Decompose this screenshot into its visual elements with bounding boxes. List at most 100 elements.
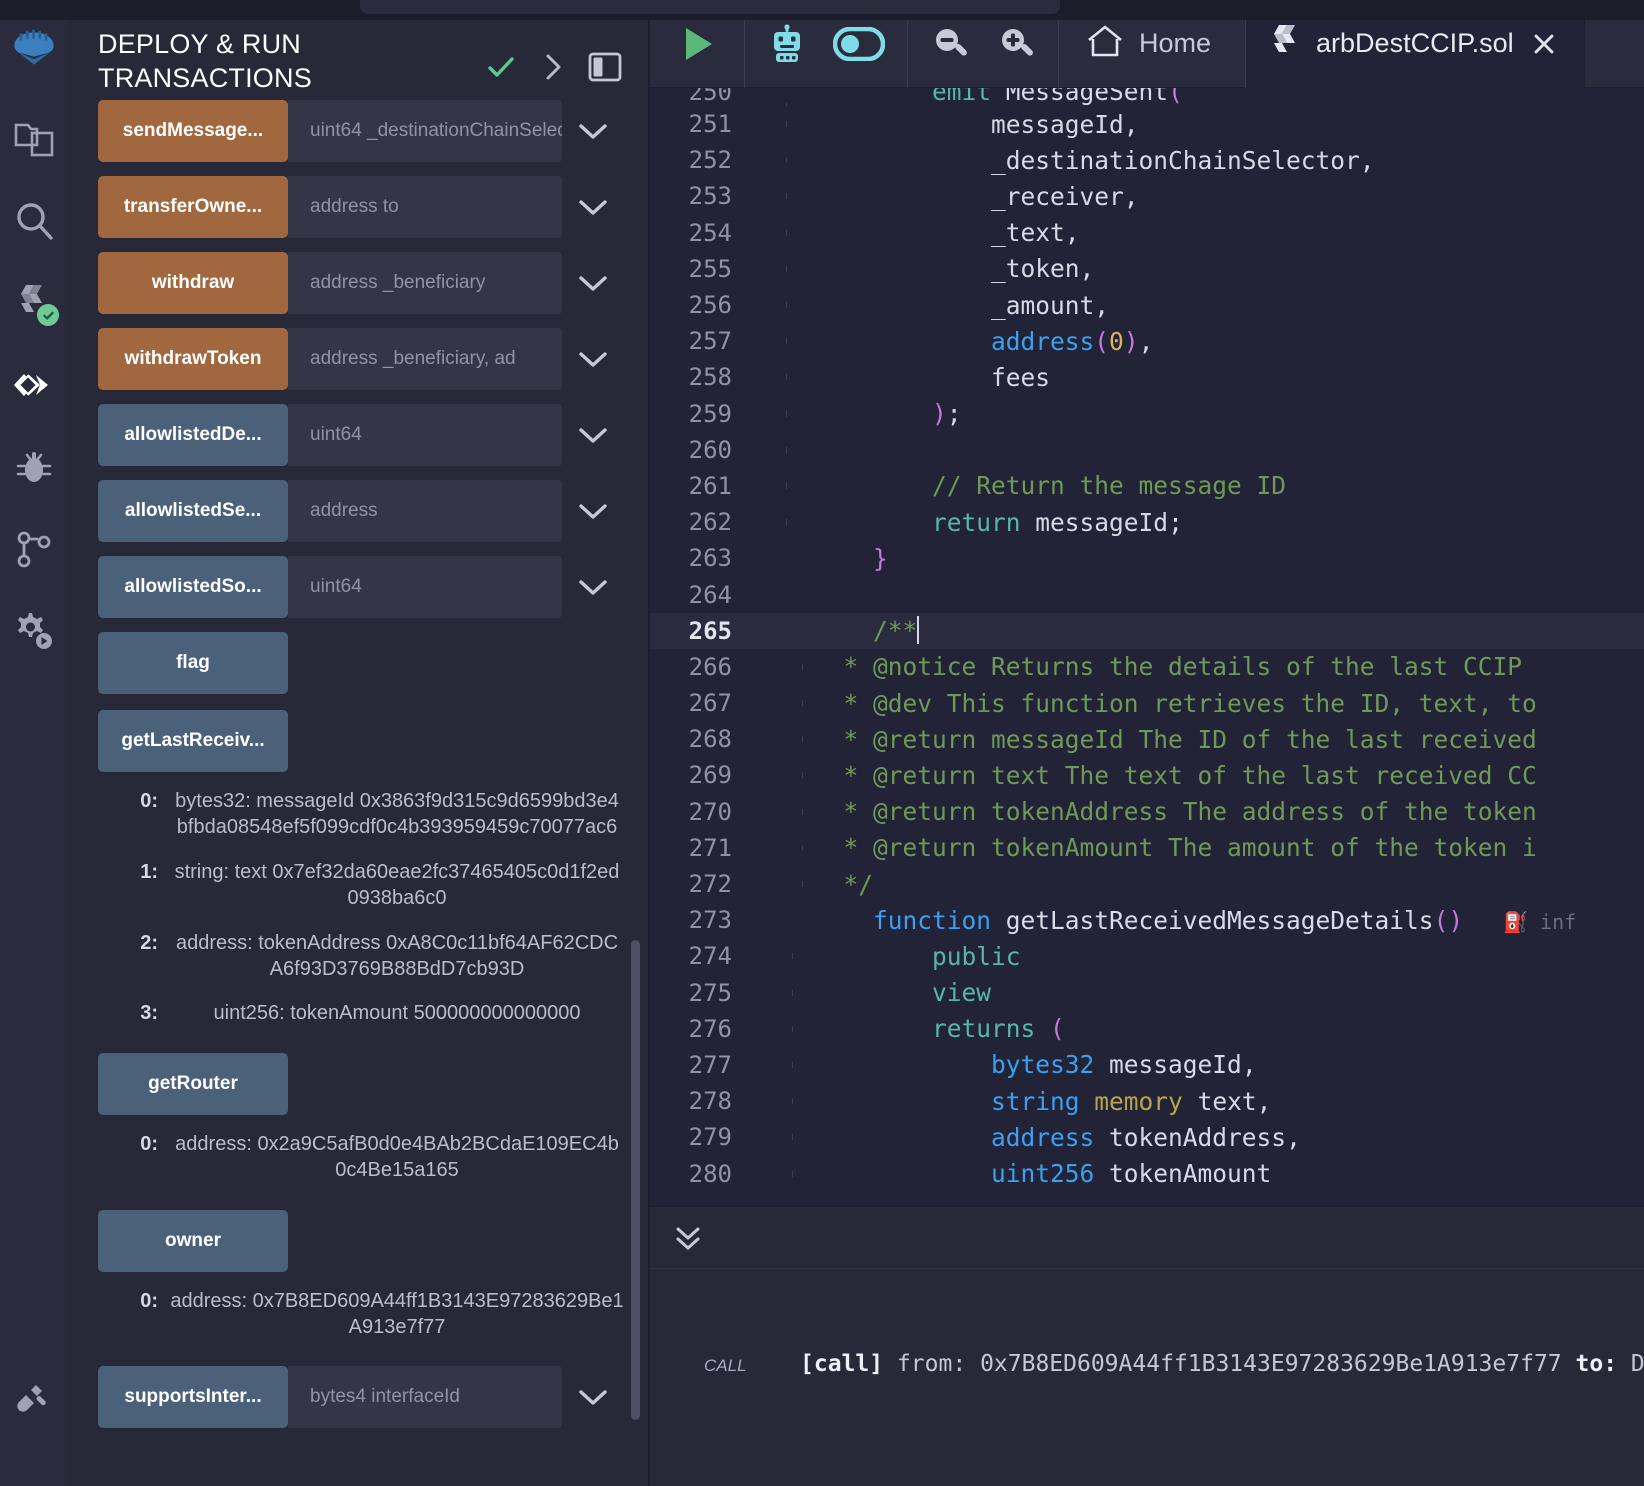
git-icon[interactable] (9, 524, 59, 574)
code-editor[interactable]: 250 emit MessageSent( 251 messageId, 252… (648, 88, 1644, 1206)
code-content: _token, (991, 254, 1095, 284)
code-content: return messageId; (932, 507, 1183, 537)
function-button-allowlisteddestinationchains[interactable]: allowlistedDe... (98, 404, 288, 466)
text-cursor (917, 615, 920, 644)
function-row: withdrawToken (98, 328, 624, 390)
function-button-transferownership[interactable]: transferOwne... (98, 176, 288, 238)
line-number: 257 (688, 327, 732, 356)
file-explorer-icon[interactable] (9, 114, 59, 164)
robot-icon[interactable] (767, 23, 807, 64)
terminal-toggle-bar[interactable] (648, 1206, 1644, 1268)
function-button-flag[interactable]: flag (98, 632, 288, 694)
zoom-in-icon[interactable] (996, 24, 1036, 64)
zoom-out-icon[interactable] (930, 24, 970, 64)
search-icon[interactable] (9, 196, 59, 246)
code-content: * @return messageId The ID of the last r… (843, 724, 1537, 754)
chevron-down-icon[interactable] (562, 252, 624, 314)
code-content: view (932, 978, 992, 1008)
function-button-owner[interactable]: owner (98, 1209, 288, 1272)
check-icon[interactable] (484, 50, 518, 89)
chevron-right-icon[interactable] (540, 50, 566, 89)
gas-estimate-label: inf (1540, 909, 1577, 934)
result-index: 1: (140, 860, 158, 883)
result-value: string: text 0x7ef32da60eae2fc37465405c0… (174, 860, 620, 910)
log-type-badge: CALL (704, 1356, 747, 1375)
result-index: 3: (140, 1002, 158, 1025)
solidity-file-icon (1270, 23, 1300, 64)
window-notch (360, 0, 1060, 14)
chevron-down-icon[interactable] (562, 404, 624, 466)
owner-results: 0: address: 0x7B8ED609A44ff1B3143E972836… (98, 1288, 624, 1341)
chevron-down-icon[interactable] (562, 1366, 624, 1428)
result-index: 0: (140, 1289, 158, 1312)
remix-logo-icon[interactable] (9, 28, 59, 78)
result-index: 0: (140, 1132, 158, 1155)
result-row: 2: address: tokenAddress 0xA8C0c11bf64AF… (124, 930, 624, 983)
home-tab[interactable]: Home (1085, 23, 1211, 64)
line-number: 251 (688, 110, 732, 139)
line-number: 266 (688, 652, 732, 681)
function-input-sendmessage[interactable] (288, 100, 562, 162)
function-input-transferownership[interactable] (288, 176, 562, 238)
function-button-supportsinterface[interactable]: supportsInter... (98, 1366, 288, 1429)
log-to-address: D (1630, 1351, 1644, 1377)
function-input-allowlisteddestinationchains[interactable] (288, 404, 562, 466)
function-input-supportsinterface[interactable] (288, 1366, 562, 1429)
debugger-icon[interactable] (9, 442, 59, 492)
function-input-withdraw[interactable] (288, 252, 562, 314)
chevrons-down-icon[interactable] (668, 1218, 708, 1258)
code-content: returns ( (932, 1014, 1065, 1044)
function-input-withdrawtoken[interactable] (288, 328, 562, 390)
code-content: /** (873, 615, 920, 645)
code-line: 262 return messageId; (648, 504, 1644, 540)
gas-estimate-icon: ⛽ inf (1503, 909, 1577, 934)
function-button-withdraw[interactable]: withdraw (98, 252, 288, 314)
code-content: * @dev This function retrieves the ID, t… (843, 688, 1537, 718)
panel-layout-icon[interactable] (588, 51, 622, 88)
chevron-down-icon[interactable] (562, 176, 624, 238)
close-icon[interactable] (1530, 30, 1558, 58)
chevron-down-icon[interactable] (562, 100, 624, 162)
chevron-down-icon[interactable] (562, 328, 624, 390)
code-line: 270 * @return tokenAddress The address o… (648, 794, 1644, 830)
chevron-down-icon[interactable] (562, 556, 624, 618)
result-value: bytes32: messageId 0x3863f9d315c9d6599bd… (175, 790, 619, 839)
function-button-withdrawtoken[interactable]: withdrawToken (98, 328, 288, 390)
function-button-allowlistedsourcechains[interactable]: allowlistedSo... (98, 556, 288, 618)
code-content: address tokenAddress, (991, 1122, 1301, 1152)
play-icon[interactable] (680, 24, 716, 64)
code-content: ); (932, 399, 962, 429)
line-number: 261 (688, 471, 732, 500)
line-number: 278 (688, 1087, 732, 1116)
deploy-run-icon[interactable] (9, 360, 59, 410)
code-line: 280 uint256 tokenAmount (648, 1155, 1644, 1191)
chevron-down-icon[interactable] (562, 480, 624, 542)
toggle-switch-icon[interactable] (833, 26, 885, 61)
function-input-allowlistedsourcechains[interactable] (288, 556, 562, 618)
solidity-compiler-icon[interactable] (9, 278, 59, 328)
function-button-getlastreceivedmessagedetails[interactable]: getLastReceiv... (98, 710, 288, 772)
function-button-sendmessage[interactable]: sendMessage... (98, 100, 288, 162)
line-number: 280 (688, 1159, 732, 1188)
line-number: 255 (688, 254, 732, 283)
code-line: 264 (648, 576, 1644, 612)
window-top-strip (0, 0, 1644, 20)
code-line: 261 // Return the message ID (648, 468, 1644, 504)
line-number: 262 (688, 508, 732, 537)
function-input-allowlistedsenders[interactable] (288, 480, 562, 542)
plug-icon[interactable] (9, 1376, 59, 1426)
terminal-output[interactable]: CALL [call] from: 0x7B8ED609A44ff1B3143E… (648, 1268, 1644, 1486)
terminal-log-row[interactable]: CALL [call] from: 0x7B8ED609A44ff1B3143E… (648, 1269, 1644, 1377)
panel-header-icons (484, 28, 622, 89)
result-value: address: 0x2a9C5afB0d0e4BAb2BCdaE109EC4b… (175, 1132, 619, 1182)
code-line: 272 */ (648, 866, 1644, 902)
line-number: 270 (688, 797, 732, 826)
panel-body: sendMessage... transferOwne... withdraw (68, 100, 648, 1486)
panel-divider[interactable] (648, 20, 650, 1486)
result-row: 1: string: text 0x7ef32da60eae2fc3746540… (124, 859, 624, 912)
function-button-getrouter[interactable]: getRouter (98, 1052, 288, 1115)
function-button-allowlistedsenders[interactable]: allowlistedSe... (98, 480, 288, 542)
sidebar-scrollbar-thumb[interactable] (631, 940, 640, 1420)
line-number: 268 (688, 725, 732, 754)
plugin-manager-icon[interactable] (9, 606, 59, 656)
